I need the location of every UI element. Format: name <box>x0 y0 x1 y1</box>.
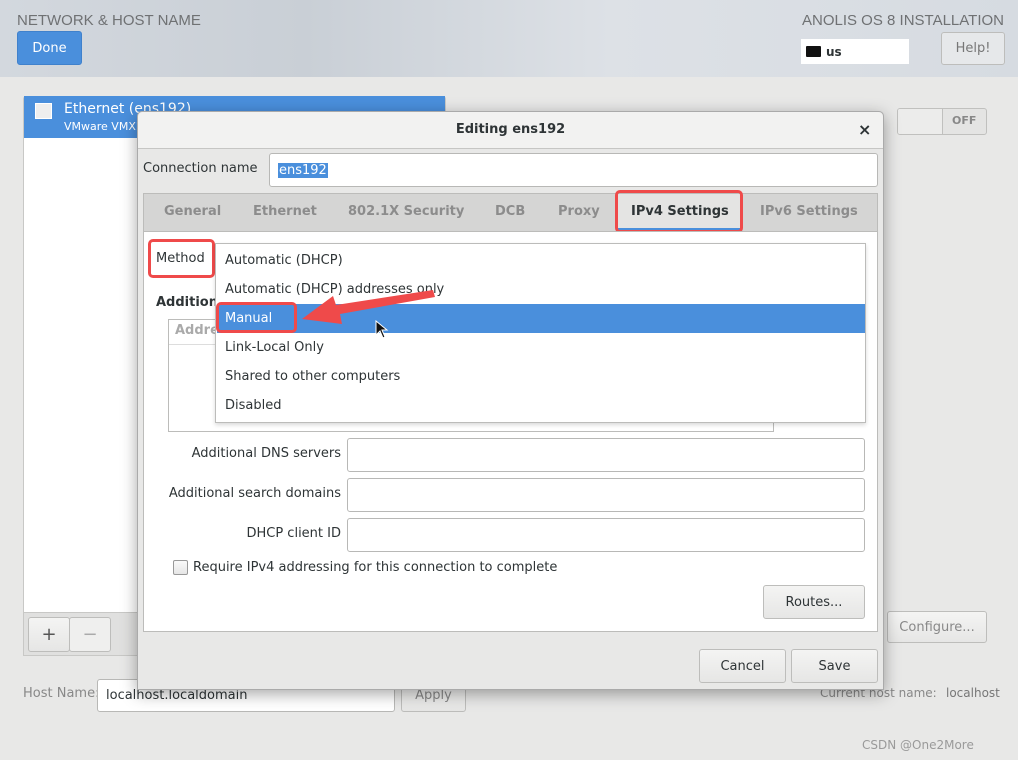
help-button[interactable]: Help! <box>941 32 1005 65</box>
method-option-dhcp[interactable]: Automatic (DHCP) <box>217 246 865 275</box>
method-option-shared[interactable]: Shared to other computers <box>217 362 865 391</box>
additional-addresses-label: Addition <box>156 295 218 310</box>
watermark: CSDN @One2More <box>862 738 974 752</box>
dns-servers-label: Additional DNS servers <box>191 446 341 461</box>
keyboard-layout-indicator[interactable]: us <box>801 39 909 64</box>
tab-proxy[interactable]: Proxy <box>558 204 600 219</box>
tab-general[interactable]: General <box>164 204 221 219</box>
search-domains-input[interactable] <box>347 478 865 512</box>
annotation-box-tab <box>615 190 743 233</box>
address-column-header: Addre <box>175 323 219 338</box>
dhcp-client-id-input[interactable] <box>347 518 865 552</box>
save-button[interactable]: Save <box>791 649 878 683</box>
search-domains-label: Additional search domains <box>168 486 341 501</box>
product-title: ANOLIS OS 8 INSTALLATION <box>801 12 1004 29</box>
dialog-title: Editing ens192 <box>455 122 566 137</box>
dns-servers-input[interactable] <box>347 438 865 472</box>
done-button[interactable]: Done <box>17 31 82 65</box>
close-icon[interactable]: × <box>858 120 871 139</box>
keyboard-layout-label: us <box>826 44 842 59</box>
tab-8021x-security[interactable]: 802.1X Security <box>348 204 464 219</box>
tab-dcb[interactable]: DCB <box>495 204 525 219</box>
annotation-box-manual <box>216 302 297 333</box>
connection-name-value: ens192 <box>278 162 328 178</box>
require-ipv4-label: Require IPv4 addressing for this connect… <box>193 560 558 575</box>
ethernet-icon <box>35 103 52 119</box>
method-option-disabled[interactable]: Disabled <box>217 391 865 420</box>
dhcp-client-id-label: DHCP client ID <box>246 526 341 541</box>
cancel-button[interactable]: Cancel <box>699 649 786 683</box>
annotation-box-method <box>148 239 215 278</box>
annotation-arrow <box>302 290 435 324</box>
current-hostname-value: localhost <box>946 686 1000 700</box>
connection-name-label: Connection name <box>143 161 258 176</box>
mouse-cursor-icon <box>375 320 389 339</box>
device-toggle[interactable]: OFF <box>897 108 987 135</box>
tab-ethernet[interactable]: Ethernet <box>253 204 317 219</box>
dialog-titlebar: Editing ens192 × <box>138 112 883 149</box>
tab-ipv6-settings[interactable]: IPv6 Settings <box>760 204 858 219</box>
hostname-label: Host Name: <box>23 686 100 701</box>
connection-name-input[interactable]: ens192 <box>269 153 878 187</box>
toggle-state: OFF <box>952 114 977 127</box>
require-ipv4-checkbox[interactable] <box>173 560 188 575</box>
keyboard-icon <box>806 46 821 57</box>
page-title: NETWORK & HOST NAME <box>17 12 201 29</box>
add-device-button[interactable]: + <box>28 617 70 652</box>
method-option-link-local[interactable]: Link-Local Only <box>217 333 865 362</box>
configure-button[interactable]: Configure... <box>887 611 987 643</box>
remove-device-button[interactable]: − <box>69 617 111 652</box>
routes-button[interactable]: Routes... <box>763 585 865 619</box>
